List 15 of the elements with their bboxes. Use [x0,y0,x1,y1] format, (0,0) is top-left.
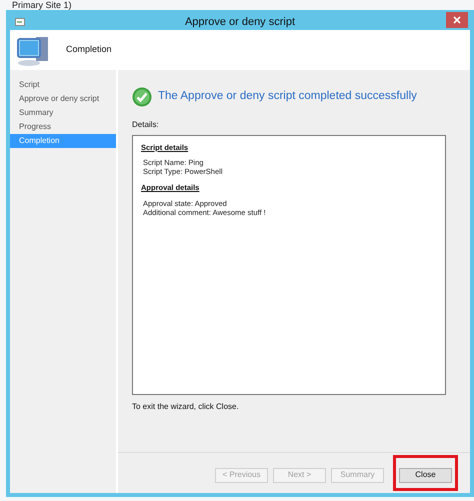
wizard-step[interactable]: Script [10,78,116,92]
window-icon [15,18,25,26]
page-title: Completion [66,43,112,56]
wizard-step[interactable]: Approve or deny script [10,92,116,106]
close-button[interactable] [446,12,468,28]
exit-hint: To exit the wizard, click Close. [132,401,240,413]
details-label: Details: [132,119,160,131]
checkmark-icon [132,87,152,107]
close-icon [453,16,461,24]
wizard-step[interactable]: Summary [10,106,116,120]
wizard-button[interactable]: Close [399,468,452,482]
status-message: The Approve or deny script completed successfully [158,89,417,104]
background-window-title: Primary Site 1) [12,0,72,10]
wizard-step[interactable]: Progress [10,120,116,134]
window-title: Approve or deny script [184,14,296,30]
